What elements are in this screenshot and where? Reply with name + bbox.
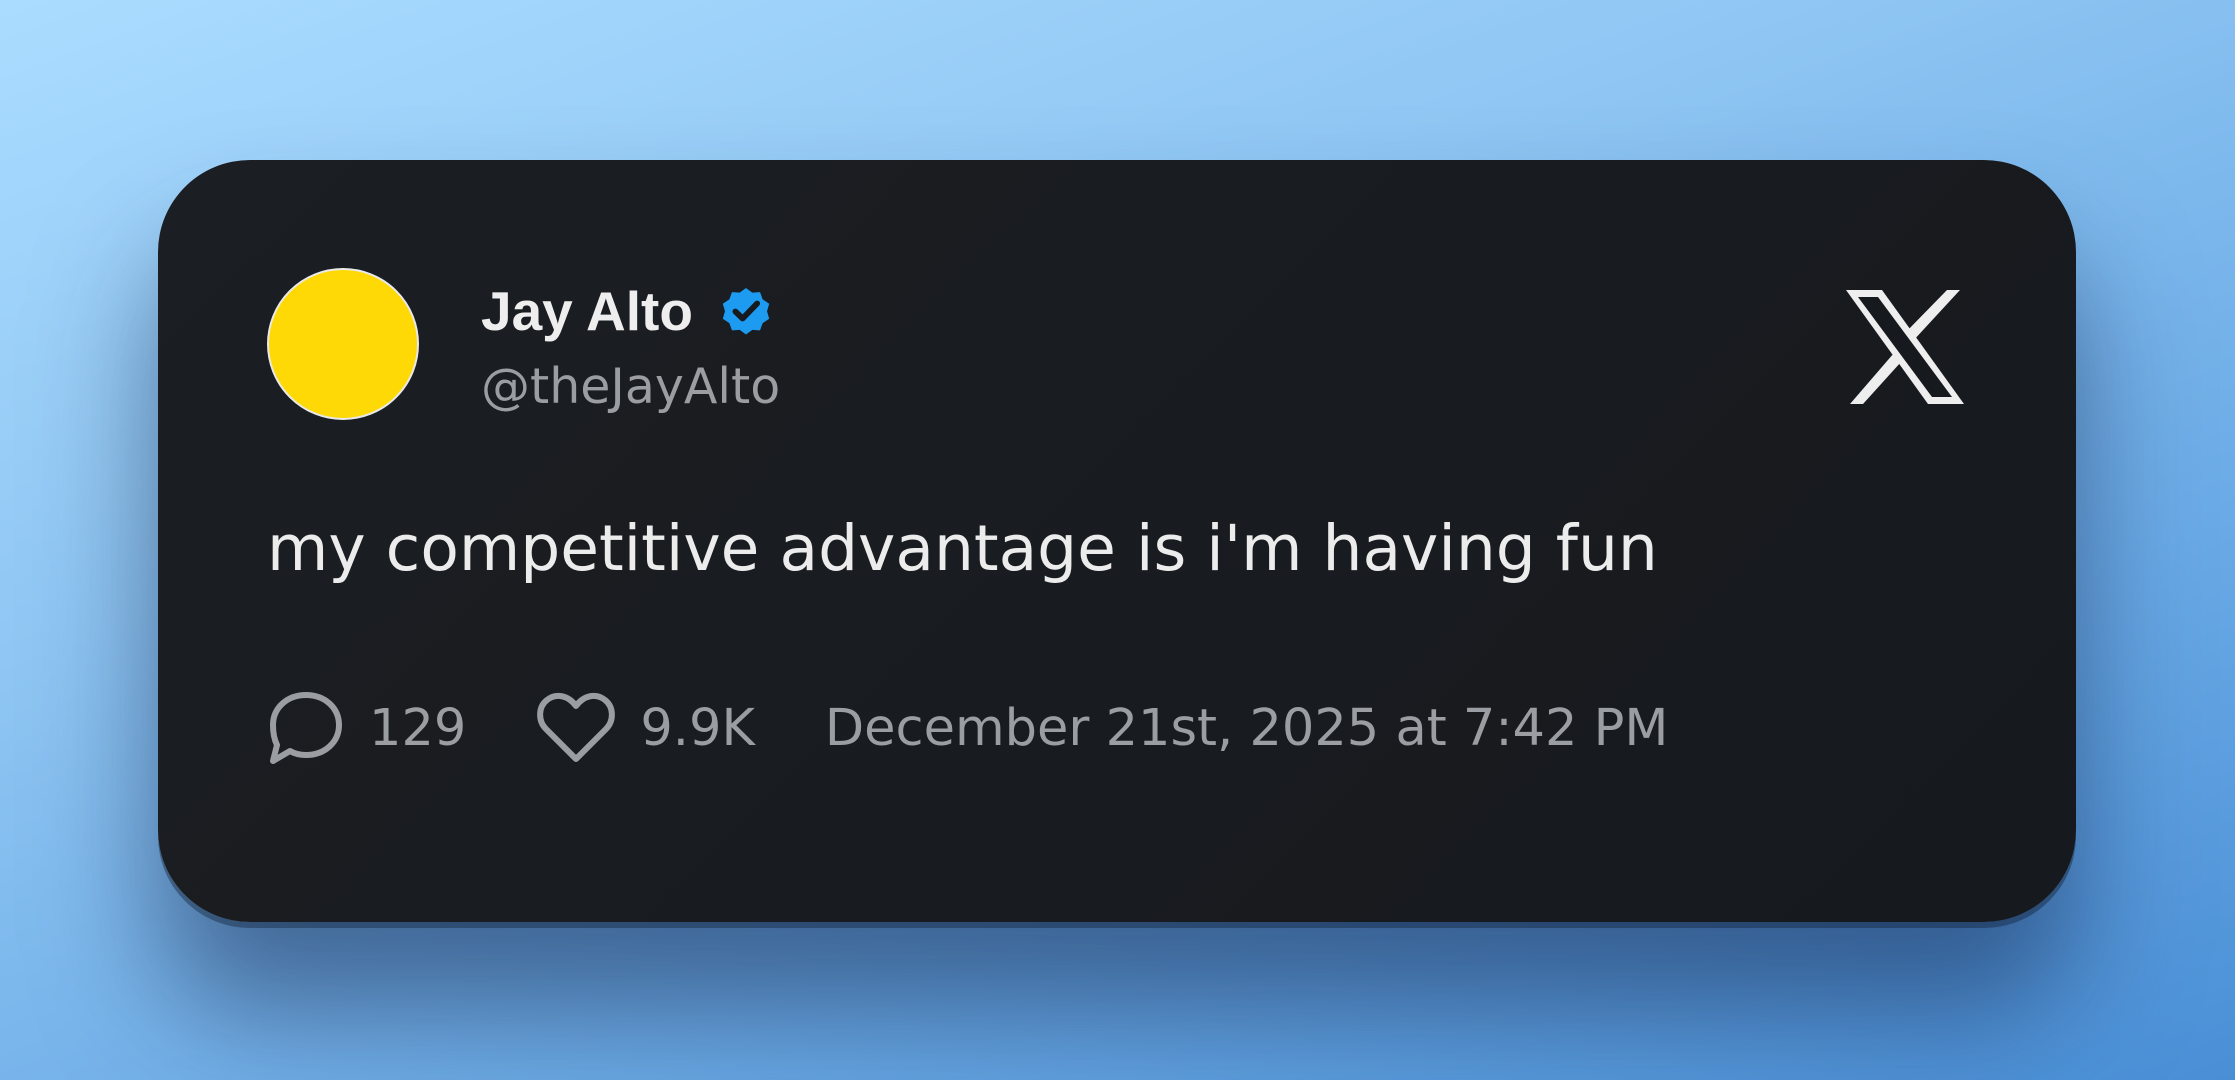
speech-bubble-icon[interactable] (267, 689, 345, 767)
tweet-text: my competitive advantage is i'm having f… (267, 512, 1658, 585)
avatar[interactable] (267, 268, 419, 420)
x-logo-icon[interactable] (1844, 290, 1966, 404)
tweet-card: Jay Alto @theJayAlto my competitive adva… (158, 160, 2076, 922)
tweet-meta-row: 129 9.9K December 21st, 2025 at 7:42 PM (267, 688, 1668, 768)
verified-badge-icon (722, 288, 770, 335)
author-handle[interactable]: @theJayAlto (481, 362, 780, 411)
heart-icon[interactable] (536, 691, 616, 765)
tweet-timestamp: December 21st, 2025 at 7:42 PM (824, 698, 1669, 758)
like-count: 9.9K (640, 698, 755, 758)
like-group: 9.9K (536, 691, 755, 765)
author-name[interactable]: Jay Alto (481, 283, 693, 339)
reply-count: 129 (369, 698, 467, 758)
author-name-row: Jay Alto (481, 282, 775, 340)
